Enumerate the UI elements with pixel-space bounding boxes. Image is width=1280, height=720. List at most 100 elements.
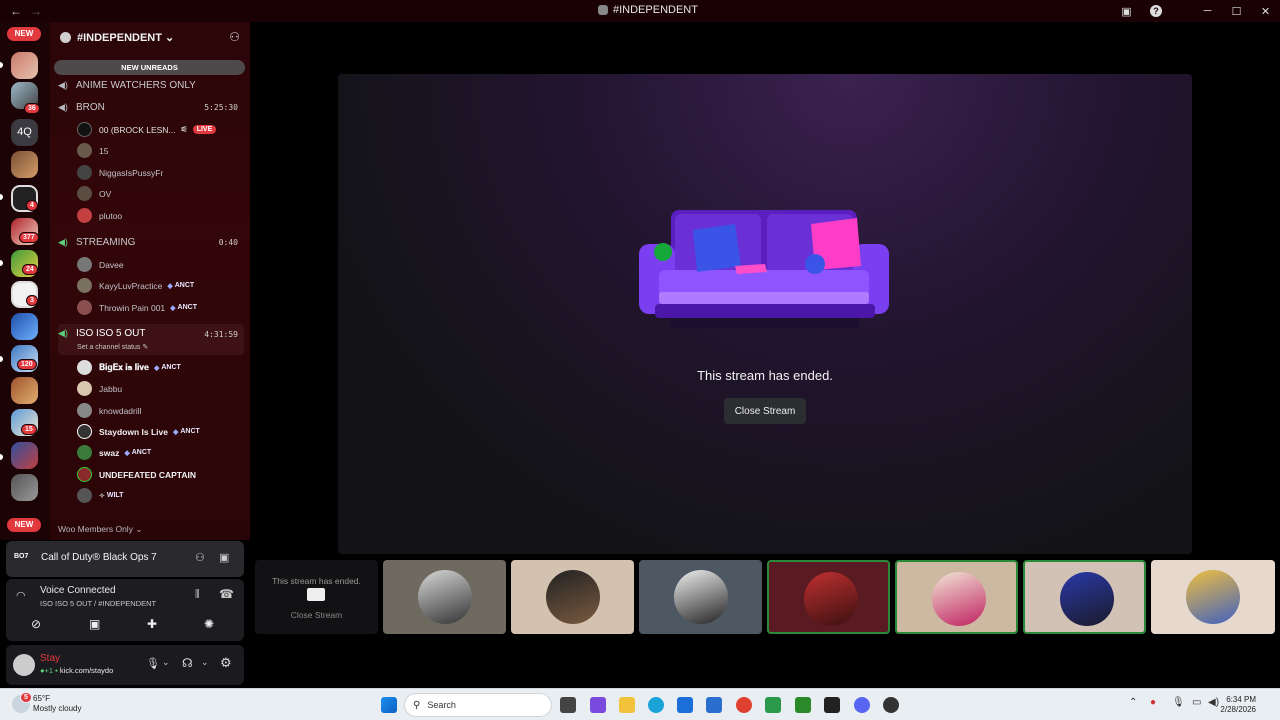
voice-user[interactable]: NiggasIsPussyFr (77, 163, 163, 182)
voice-user[interactable]: 15 (77, 141, 108, 160)
voice-user[interactable]: 00 (BROCK LESN... ⚟ LIVE (77, 120, 217, 139)
voice-channel[interactable]: ◀) BRON 5:25:30 (58, 97, 244, 117)
outlook-icon[interactable] (706, 697, 722, 713)
chrome-icon[interactable] (736, 697, 752, 713)
camera-off-icon[interactable]: ⊘ (31, 617, 41, 631)
game-logo-icon: BO7 (14, 553, 29, 560)
new-unreads-pill[interactable]: NEW (7, 27, 41, 41)
server-icon[interactable] (11, 313, 38, 340)
server-icon[interactable] (11, 442, 38, 469)
close-stream-button[interactable]: Close Stream (724, 398, 806, 424)
add-friend-icon[interactable]: ⚇ (195, 551, 205, 564)
voice-user[interactable]: ✧ WILT (77, 486, 123, 505)
voice-user[interactable]: Staydown Is Live ◆ ANCT (77, 422, 200, 441)
tile-close-stream[interactable]: Close Stream (255, 610, 378, 620)
discord-icon[interactable] (854, 697, 870, 713)
close-icon[interactable]: ✕ (1251, 5, 1280, 18)
task-view-icon[interactable] (560, 697, 576, 713)
avatar (77, 467, 92, 482)
server-icon[interactable] (11, 377, 38, 404)
chevron-down-icon[interactable]: ⌄ (201, 657, 209, 668)
store-icon[interactable] (677, 697, 693, 713)
soundboard-icon[interactable]: ✺ (204, 617, 214, 631)
server-header[interactable]: #INDEPENDENT ⌄ ⚇ (50, 22, 250, 54)
new-unreads-bar[interactable]: NEW UNREADS (54, 60, 245, 75)
speaker-icon: ◀) (58, 80, 68, 90)
taskbar-search[interactable]: ⚲ Search (404, 693, 552, 717)
display-icon[interactable]: ▭ (1192, 697, 1201, 708)
voice-user[interactable]: OV (77, 184, 111, 203)
system-clock[interactable]: 6:34 PM 2/28/2026 (1220, 695, 1256, 715)
minimize-icon[interactable]: ─ (1193, 5, 1222, 17)
help-icon[interactable]: ? (1150, 5, 1162, 17)
title-bar: ← → #INDEPENDENT ▣ ? ─ ☐ ✕ (0, 0, 1280, 22)
server-icon[interactable] (11, 474, 38, 501)
activities-icon[interactable]: ✚ (147, 617, 157, 631)
maximize-icon[interactable]: ☐ (1222, 5, 1251, 18)
tray-app-icon[interactable]: ● (1150, 697, 1156, 708)
voice-status[interactable]: Voice Connected (40, 585, 116, 596)
voice-channel[interactable]: ◀) STREAMING 0:40 (58, 232, 244, 252)
voice-user[interactable]: Jabbu (77, 379, 122, 398)
chevron-down-icon[interactable]: ⌄ (162, 657, 170, 668)
game-icon[interactable] (824, 697, 840, 713)
avatar[interactable] (13, 654, 35, 676)
voice-user[interactable]: Throwin Pain 001 ◆ ANCT (77, 298, 197, 317)
category-header[interactable]: Woo Members Only ⌄ (58, 524, 142, 535)
weather-widget[interactable]: 65°F Mostly cloudy (33, 694, 81, 714)
settings-gear-icon[interactable]: ⚙ (220, 655, 232, 671)
stream-tile-ended[interactable]: This stream has ended. Close Stream (255, 560, 378, 634)
edge-icon[interactable] (648, 697, 664, 713)
disconnect-icon[interactable]: ☎ (219, 587, 234, 601)
clan-tag: ✧ WILT (99, 492, 124, 500)
participant-tile-speaking[interactable] (1023, 560, 1146, 634)
voice-user[interactable]: 𝐁𝐢𝐠𝐄𝐱 𝐢𝐬 𝐥𝐢𝐯𝐞 ◆ ANCT (77, 358, 181, 377)
username[interactable]: Stay (40, 653, 60, 664)
microphone-tray-icon[interactable]: 🎙 (1172, 697, 1185, 708)
server-icon[interactable] (11, 151, 38, 178)
app-icon[interactable] (765, 697, 781, 713)
noise-suppression-icon[interactable]: ⫼ (195, 589, 200, 600)
mention-badge: 36 (24, 103, 40, 114)
channel-status[interactable]: Set a channel status ✎ (77, 343, 148, 351)
voice-channel-connected[interactable]: ◀) ISO ISO 5 OUT 4:31:59 Set a channel s… (58, 324, 244, 355)
server-rail: NEW 36 4Q 4 377 24 3 120 15 NEW (0, 22, 50, 540)
server-icon-4q[interactable]: 4Q (11, 119, 38, 146)
new-unreads-pill[interactable]: NEW (7, 518, 41, 532)
avatar (418, 570, 472, 624)
forward-arrow-icon[interactable]: → (30, 4, 42, 18)
xbox-icon[interactable] (795, 697, 811, 713)
back-arrow-icon[interactable]: ← (10, 4, 22, 18)
screen-share-icon[interactable]: ▣ (219, 551, 229, 564)
voice-user[interactable]: swaz ◆ ANCT (77, 443, 151, 462)
participant-tile[interactable] (639, 560, 762, 634)
server-icon[interactable] (11, 52, 38, 79)
participant-tile[interactable] (1151, 560, 1275, 634)
voice-channel[interactable]: ◀) ANIME WATCHERS ONLY (58, 75, 244, 95)
speaker-icon: ◀) (58, 328, 68, 338)
app-icon[interactable] (883, 697, 899, 713)
screen-share-icon[interactable]: ▣ (89, 617, 100, 631)
speaker-icon[interactable]: ◀) (1208, 697, 1219, 708)
voice-user[interactable]: KayyLuvPractice ◆ ANCT (77, 276, 194, 295)
participant-tile[interactable] (383, 560, 506, 634)
headphones-icon[interactable]: ☊ (182, 656, 193, 670)
participant-tile-speaking[interactable] (767, 560, 890, 634)
game-name: Call of Duty® Black Ops 7 (41, 552, 157, 563)
windows-start-icon[interactable] (381, 697, 397, 713)
voice-location[interactable]: ISO ISO 5 OUT / #INDEPENDENT (40, 599, 156, 608)
voice-user[interactable]: Davee (77, 255, 124, 274)
stream-area: This stream has ended. Close Stream This… (250, 22, 1280, 688)
app-icon[interactable] (590, 697, 606, 713)
tray-chevron-icon[interactable]: ⌃ (1129, 697, 1137, 708)
participant-tile[interactable] (511, 560, 634, 634)
invite-icon[interactable]: ⚇ (229, 30, 240, 44)
voice-user[interactable]: knowdadrill (77, 401, 142, 420)
file-explorer-icon[interactable] (619, 697, 635, 713)
voice-user[interactable]: plutoo (77, 206, 122, 225)
participant-tile-speaking[interactable] (895, 560, 1018, 634)
microphone-icon[interactable]: 🎙 (146, 657, 160, 670)
channel-timer: 5:25:30 (204, 102, 238, 112)
inbox-icon[interactable]: ▣ (1112, 5, 1141, 18)
voice-user[interactable]: UNDEFEATED CAPTAIN (77, 465, 196, 484)
